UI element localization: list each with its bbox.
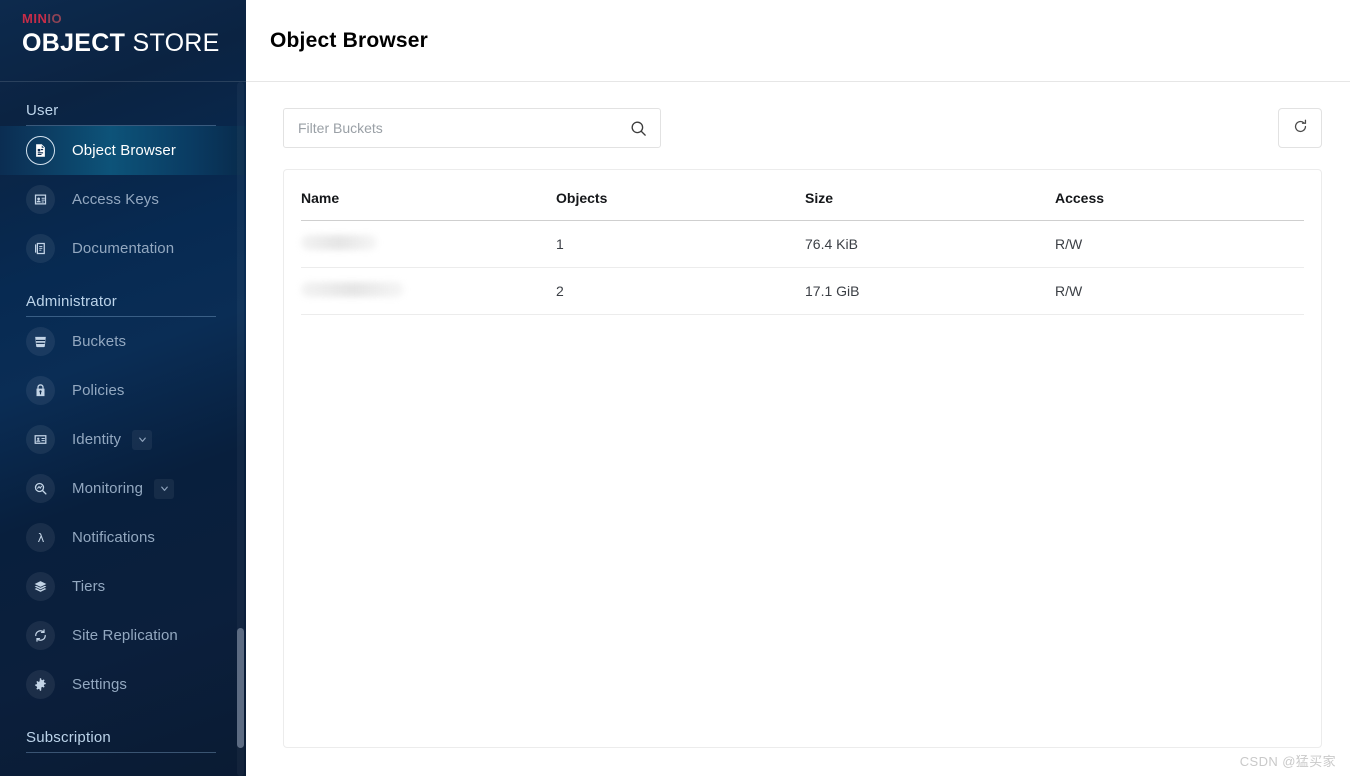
sidebar-item-label: Object Browser <box>72 142 176 159</box>
watermark: CSDN @猛买家 <box>1239 754 1336 769</box>
sidebar-item-label: Notifications <box>72 529 156 546</box>
sidebar-scrollbar-thumb[interactable] <box>237 628 244 748</box>
sidebar-item-label: Access Keys <box>72 191 159 208</box>
sidebar: MINIO OBJECT STORE User Object Browser A… <box>0 0 246 776</box>
buckets-table: Name Objects Size Access 1 76.4 KiB R/W … <box>301 170 1304 315</box>
column-header-access[interactable]: Access <box>1055 170 1304 221</box>
sidebar-item-label: Documentation <box>72 240 175 257</box>
sidebar-item-notifications[interactable]: λ Notifications <box>0 513 246 562</box>
wordmark-store: STORE <box>132 29 220 57</box>
sidebar-item-identity[interactable]: Identity <box>0 415 246 464</box>
chevron-down-icon[interactable] <box>132 429 153 450</box>
filter-buckets-field[interactable] <box>283 108 661 148</box>
sidebar-item-documentation[interactable]: Documentation <box>0 224 246 273</box>
sidebar-item-site-replication[interactable]: Site Replication <box>0 611 246 660</box>
toolbar <box>283 108 1322 148</box>
sidebar-item-label: Site Replication <box>72 627 178 644</box>
tiers-layers-icon <box>26 572 55 601</box>
table-header-row: Name Objects Size Access <box>301 170 1304 221</box>
cell-objects: 2 <box>556 267 805 315</box>
sidebar-item-object-browser[interactable]: Object Browser <box>0 126 246 175</box>
site-replication-icon <box>26 621 55 650</box>
page-title: Object Browser <box>270 28 429 52</box>
sidebar-item-settings[interactable]: Settings <box>0 660 246 709</box>
cell-size: 17.1 GiB <box>805 267 1055 315</box>
sidebar-item-label: Monitoring <box>72 480 144 497</box>
brand-logo[interactable]: MINIO OBJECT STORE <box>0 0 246 82</box>
sidebar-item-monitoring[interactable]: Monitoring <box>0 464 246 513</box>
cell-bucket-name[interactable] <box>301 267 556 315</box>
sidebar-section-title-administrator: Administrator <box>26 293 117 310</box>
documentation-icon <box>26 234 55 263</box>
search-input[interactable] <box>298 120 629 136</box>
cell-bucket-name[interactable] <box>301 220 556 268</box>
svg-text:λ: λ <box>37 531 44 545</box>
column-header-name[interactable]: Name <box>301 170 556 221</box>
redacted-bucket-name <box>301 282 404 297</box>
bucket-icon <box>26 327 55 356</box>
table-row[interactable]: 2 17.1 GiB R/W <box>301 267 1304 315</box>
sidebar-item-label: Tiers <box>72 578 106 595</box>
minio-wordmark-min: MIN <box>22 11 48 26</box>
cell-objects: 1 <box>556 220 805 268</box>
body-area: Name Objects Size Access 1 76.4 KiB <box>246 82 1350 776</box>
table-row[interactable]: 1 76.4 KiB R/W <box>301 220 1304 268</box>
buckets-card: Name Objects Size Access 1 76.4 KiB R/W … <box>283 169 1322 748</box>
minio-wordmark: MINIO <box>22 12 246 26</box>
sidebar-item-label: Policies <box>72 382 125 399</box>
object-store-wordmark: OBJECT STORE <box>22 29 246 58</box>
gear-icon <box>26 670 55 699</box>
sidebar-item-label: Identity <box>72 431 122 448</box>
page-header: Object Browser <box>246 0 1350 82</box>
sidebar-item-label: Buckets <box>72 333 127 350</box>
access-keys-icon <box>26 185 55 214</box>
policies-icon <box>26 376 55 405</box>
minio-wordmark-io: IO <box>47 11 63 26</box>
refresh-button[interactable] <box>1278 108 1322 148</box>
object-browser-icon <box>26 136 55 165</box>
sidebar-section-title-user: User <box>26 102 59 119</box>
sidebar-item-access-keys[interactable]: Access Keys <box>0 175 246 224</box>
monitoring-icon <box>26 474 55 503</box>
app-root: MINIO OBJECT STORE User Object Browser A… <box>0 0 1350 776</box>
column-header-objects[interactable]: Objects <box>556 170 805 221</box>
sidebar-nav: User Object Browser Access Keys Document… <box>0 82 246 776</box>
notifications-lambda-icon: λ <box>26 523 55 552</box>
refresh-icon <box>1292 118 1309 138</box>
redacted-bucket-name <box>301 235 377 250</box>
sidebar-section-title-subscription: Subscription <box>26 729 111 746</box>
column-header-size[interactable]: Size <box>805 170 1055 221</box>
identity-icon <box>26 425 55 454</box>
cell-access: R/W <box>1055 220 1304 268</box>
wordmark-object: OBJECT <box>22 29 126 57</box>
search-icon[interactable] <box>629 119 648 138</box>
cell-access: R/W <box>1055 267 1304 315</box>
chevron-down-icon[interactable] <box>154 478 175 499</box>
sidebar-item-buckets[interactable]: Buckets <box>0 317 246 366</box>
sidebar-item-label: Settings <box>72 676 127 693</box>
cell-size: 76.4 KiB <box>805 220 1055 268</box>
sidebar-item-tiers[interactable]: Tiers <box>0 562 246 611</box>
sidebar-section-rule-subscription <box>26 752 216 753</box>
sidebar-item-policies[interactable]: Policies <box>0 366 246 415</box>
main-content: Object Browser Filter Buckets Name Objec… <box>246 0 1350 776</box>
sidebar-scrollbar-track[interactable] <box>237 82 244 776</box>
